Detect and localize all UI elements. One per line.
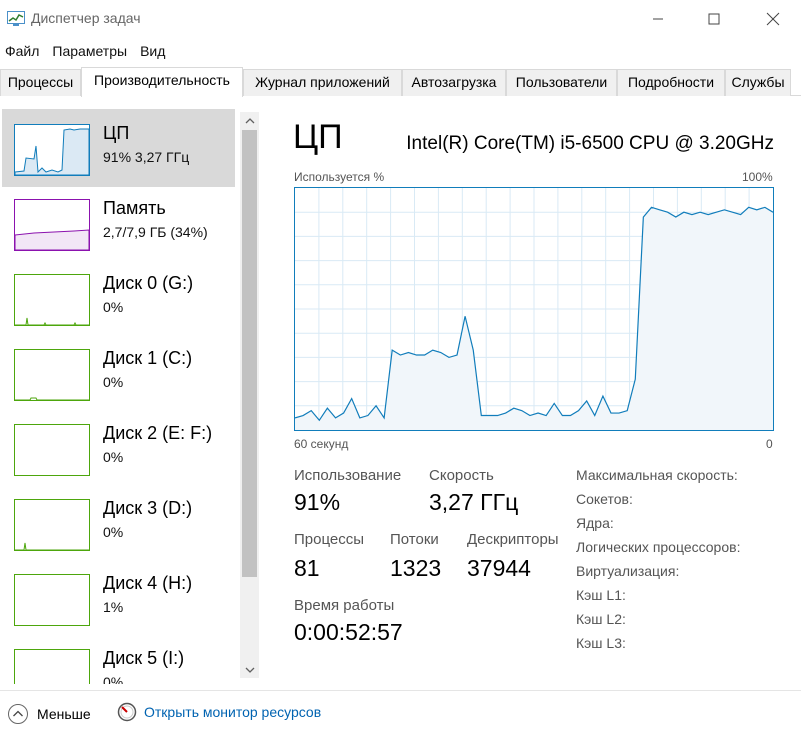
sidebar-item-disk-4[interactable]: Диск 4 (H:) 1% [2,559,235,637]
minimize-button[interactable] [635,0,681,38]
minimize-icon [653,18,663,20]
maximize-button[interactable] [691,0,737,38]
scroll-up-button[interactable] [240,112,259,129]
uptime-label: Время работы [294,597,395,614]
resource-monitor-label: Открыть монитор ресурсов [144,704,322,720]
close-icon [766,12,780,26]
scroll-down-button[interactable] [240,661,259,678]
sidebar-item-memory[interactable]: Память 2,7/7,9 ГБ (34%) [2,184,235,262]
sidebar-item-cpu[interactable]: ЦП 91% 3,27 ГГц [2,109,235,187]
spec-l3-cache: Кэш L3: [576,635,626,651]
page-title: ЦП [293,118,343,156]
graph-label-usage: Используется % [294,170,385,184]
sidebar-item-disk-2[interactable]: Диск 2 (E: F:) 0% [2,409,235,487]
speed-value: 3,27 ГГц [429,489,519,515]
uptime-value: 0:00:52:57 [294,619,403,645]
tab-startup[interactable]: Автозагрузка [402,69,506,96]
sidebar-item-value: 0% [103,674,124,684]
sidebar-item-value: 0% [103,299,124,315]
sidebar-item-name: Диск 2 (E: F:) [103,423,213,443]
chevron-up-icon [245,117,254,123]
disk-thumbnail-graph [14,499,90,551]
sidebar-item-value: 0% [103,374,124,390]
disk-thumbnail-graph [14,274,90,326]
tab-bar: Процессы Производительность Журнал прило… [0,67,801,97]
cpu-model-name: Intel(R) Core(TM) i5-6500 CPU @ 3.20GHz [406,133,774,154]
task-manager-icon [7,11,25,26]
tab-details[interactable]: Подробности [617,69,725,96]
menu-view[interactable]: Вид [135,40,170,62]
sidebar-item-disk-5[interactable]: Диск 5 (I:) 0% [2,634,235,684]
close-button[interactable] [750,0,796,38]
sidebar-item-disk-3[interactable]: Диск 3 (D:) 0% [2,484,235,562]
handles-value: 37944 [467,555,531,581]
window-title: Диспетчер задач [31,10,141,26]
fewer-details-button[interactable]: Меньше [7,703,91,725]
sidebar-item-name: Диск 5 (I:) [103,648,185,668]
handles-label: Дескрипторы [467,531,559,548]
spec-logical-processors: Логических процессоров: [576,539,741,555]
chevron-down-icon [245,667,254,673]
usage-value: 91% [294,489,341,515]
threads-value: 1323 [390,555,442,581]
cpu-thumbnail-graph [14,124,90,176]
sidebar-item-name: Память [103,198,166,218]
threads-label: Потоки [390,531,439,548]
sidebar-scrollbar[interactable] [240,112,259,678]
sidebar-item-disk-0[interactable]: Диск 0 (G:) 0% [2,259,235,337]
sidebar-item-disk-1[interactable]: Диск 1 (C:) 0% [2,334,235,412]
graph-label-time: 60 секунд [294,437,349,451]
processes-label: Процессы [294,531,365,548]
title-bar: Диспетчер задач [0,0,801,38]
memory-thumbnail-graph [14,199,90,251]
footer-bar: Меньше Открыть монитор ресурсов [0,690,801,732]
fewer-details-label: Меньше [37,706,91,722]
sidebar-item-name: Диск 1 (C:) [103,348,193,368]
sidebar-item-name: Диск 4 (H:) [103,573,193,593]
spec-max-speed: Максимальная скорость: [576,467,738,483]
disk-thumbnail-graph [14,574,90,626]
usage-label: Использование [294,467,402,484]
spec-l1-cache: Кэш L1: [576,587,626,603]
scroll-thumb[interactable] [242,130,257,577]
disk-thumbnail-graph [14,649,90,684]
sidebar-item-name: ЦП [103,123,130,143]
spec-virtualization: Виртуализация: [576,563,680,579]
menu-file[interactable]: Файл [0,40,44,62]
tab-performance[interactable]: Производительность [81,67,243,97]
disk-thumbnail-graph [14,424,90,476]
spec-sockets: Сокетов: [576,491,633,507]
resource-monitor-icon [117,702,137,722]
sidebar-item-value: 1% [103,599,124,615]
open-resource-monitor-link[interactable]: Открыть монитор ресурсов [117,702,321,722]
maximize-icon [708,13,720,25]
graph-label-now: 0 [766,437,773,451]
speed-label: Скорость [429,467,494,484]
cpu-usage-graph [294,187,774,431]
resource-sidebar: ЦП 91% 3,27 ГГц Память 2,7/7,9 ГБ (34%) … [0,106,262,684]
chevron-up-circle-icon [8,704,28,724]
sidebar-item-value: 0% [103,524,124,540]
tab-processes[interactable]: Процессы [0,69,81,96]
menu-options[interactable]: Параметры [47,40,132,62]
tab-app-history[interactable]: Журнал приложений [243,69,402,96]
sidebar-item-name: Диск 0 (G:) [103,273,194,293]
sidebar-item-name: Диск 3 (D:) [103,498,193,518]
sidebar-item-value: 2,7/7,9 ГБ (34%) [103,224,208,240]
graph-label-max: 100% [742,170,773,184]
disk-thumbnail-graph [14,349,90,401]
processes-value: 81 [294,555,320,581]
sidebar-item-value: 0% [103,449,124,465]
spec-l2-cache: Кэш L2: [576,611,626,627]
menu-bar: Файл Параметры Вид [0,40,173,62]
tab-services[interactable]: Службы [725,69,791,96]
spec-cores: Ядра: [576,515,614,531]
tab-users[interactable]: Пользователи [506,69,617,96]
sidebar-item-value: 91% 3,27 ГГц [103,149,190,165]
